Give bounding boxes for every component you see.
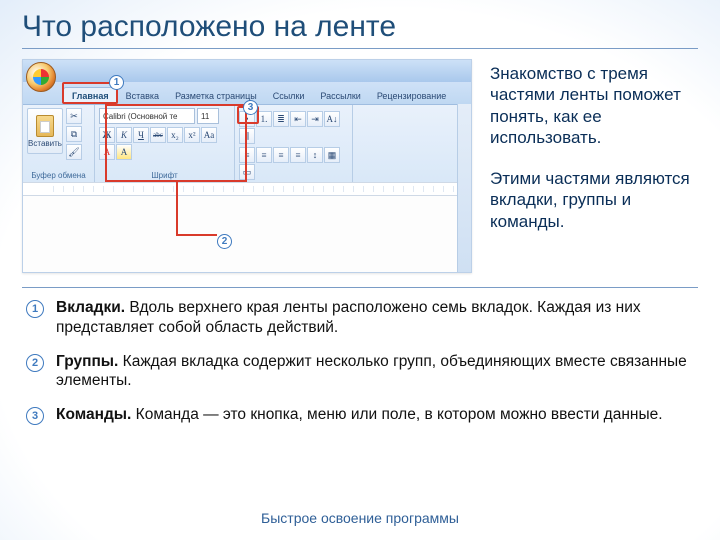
sort-button[interactable]: A↓ bbox=[324, 111, 340, 127]
office-button-icon[interactable] bbox=[26, 62, 56, 92]
format-painter-button[interactable]: 🖌 bbox=[66, 144, 82, 160]
tab-insert[interactable]: Вставка bbox=[118, 88, 167, 104]
superscript-button[interactable]: x² bbox=[184, 127, 200, 143]
cut-button[interactable]: ✂ bbox=[66, 108, 82, 124]
definition-text-2: Группы. Каждая вкладка содержит нескольк… bbox=[56, 352, 690, 392]
ribbon-body: Вставить ✂ ⧉ 🖌 Буфер обмена Calibri (Осн… bbox=[23, 104, 471, 182]
tab-review[interactable]: Рецензирование bbox=[369, 88, 455, 104]
paste-label: Вставить bbox=[28, 139, 62, 148]
definition-row-1: 1 Вкладки. Вдоль верхнего края ленты рас… bbox=[26, 298, 690, 338]
side-para-1: Знакомство с тремя частями ленты поможет… bbox=[490, 63, 698, 148]
font-family-combo[interactable]: Calibri (Основной те bbox=[99, 108, 195, 124]
callout-leader-2v bbox=[176, 182, 178, 234]
group-clipboard: Вставить ✂ ⧉ 🖌 Буфер обмена bbox=[23, 105, 95, 182]
subscript-button[interactable]: x₂ bbox=[167, 127, 183, 143]
bold-button[interactable]: Ж bbox=[99, 127, 115, 143]
align-center-button[interactable]: ≡ bbox=[256, 147, 272, 163]
definition-desc-2: Каждая вкладка содержит несколько групп,… bbox=[56, 353, 687, 390]
shading-button[interactable]: ▦ bbox=[324, 147, 340, 163]
font-size-combo[interactable]: 11 bbox=[197, 108, 219, 124]
definition-row-3: 3 Команды. Команда — это кнопка, меню ил… bbox=[26, 405, 690, 425]
tab-home[interactable]: Главная bbox=[63, 87, 118, 104]
document-area[interactable] bbox=[23, 196, 471, 272]
font-color-button[interactable]: A bbox=[99, 144, 115, 160]
definition-num-3: 3 bbox=[26, 407, 44, 425]
definition-text-3: Команды. Команда — это кнопка, меню или … bbox=[56, 405, 663, 425]
group-paragraph: • 1. ≣ ⇤ ⇥ A↓ ¶ ≡ ≡ ≡ ≡ bbox=[235, 105, 353, 182]
justify-button[interactable]: ≡ bbox=[290, 147, 306, 163]
definition-num-2: 2 bbox=[26, 354, 44, 372]
callout-number-3: 3 bbox=[243, 100, 258, 115]
slide-title: Что расположено на ленте bbox=[0, 0, 720, 48]
ribbon-screenshot: Главная Вставка Разметка страницы Ссылки… bbox=[22, 59, 472, 273]
definition-term-3: Команды. bbox=[56, 406, 131, 423]
highlight-button[interactable]: A bbox=[116, 144, 132, 160]
increase-indent-button[interactable]: ⇥ bbox=[307, 111, 323, 127]
group-font-label: Шрифт bbox=[99, 169, 230, 180]
callout-number-1: 1 bbox=[109, 75, 124, 90]
definition-row-2: 2 Группы. Каждая вкладка содержит нескол… bbox=[26, 352, 690, 392]
definition-term-2: Группы. bbox=[56, 353, 118, 370]
numbering-button[interactable]: 1. bbox=[256, 111, 272, 127]
section-divider bbox=[22, 287, 698, 288]
footer-text: Быстрое освоение программы bbox=[0, 510, 720, 526]
paste-button[interactable]: Вставить bbox=[27, 108, 63, 154]
decrease-indent-button[interactable]: ⇤ bbox=[290, 111, 306, 127]
strike-button[interactable]: abc bbox=[150, 127, 166, 143]
group-clipboard-label: Буфер обмена bbox=[27, 169, 90, 180]
quick-access-toolbar bbox=[23, 60, 471, 82]
copy-button[interactable]: ⧉ bbox=[66, 126, 82, 142]
align-left-button[interactable]: ≡ bbox=[239, 147, 255, 163]
callout-number-2: 2 bbox=[217, 234, 232, 249]
side-para-2: Этими частями являются вкладки, группы и… bbox=[490, 168, 698, 232]
showmarks-button[interactable]: ¶ bbox=[239, 128, 255, 144]
group-font: Calibri (Основной те 11 Ж К Ч abc x₂ x² … bbox=[95, 105, 235, 182]
align-right-button[interactable]: ≡ bbox=[273, 147, 289, 163]
definition-desc-1: Вдоль верхнего края ленты расположено се… bbox=[56, 299, 641, 336]
scrollbar[interactable] bbox=[457, 104, 471, 272]
italic-button[interactable]: К bbox=[116, 127, 132, 143]
definitions-list: 1 Вкладки. Вдоль верхнего края ленты рас… bbox=[0, 298, 720, 425]
changecase-button[interactable]: Aa bbox=[201, 127, 217, 143]
ruler bbox=[23, 182, 471, 196]
title-underline bbox=[22, 48, 698, 49]
definition-term-1: Вкладки. bbox=[56, 299, 125, 316]
definition-num-1: 1 bbox=[26, 300, 44, 318]
multilevel-button[interactable]: ≣ bbox=[273, 111, 289, 127]
underline-button[interactable]: Ч bbox=[133, 127, 149, 143]
callout-leader-2h bbox=[176, 234, 217, 236]
tab-mailings[interactable]: Рассылки bbox=[312, 88, 368, 104]
borders-button[interactable]: ▭ bbox=[239, 164, 255, 180]
side-text: Знакомство с тремя частями ленты поможет… bbox=[490, 59, 698, 232]
paste-icon bbox=[36, 115, 54, 137]
definition-desc-3: Команда — это кнопка, меню или поле, в к… bbox=[131, 406, 662, 423]
linespacing-button[interactable]: ↕ bbox=[307, 147, 323, 163]
tab-references[interactable]: Ссылки bbox=[265, 88, 313, 104]
definition-text-1: Вкладки. Вдоль верхнего края ленты распо… bbox=[56, 298, 690, 338]
